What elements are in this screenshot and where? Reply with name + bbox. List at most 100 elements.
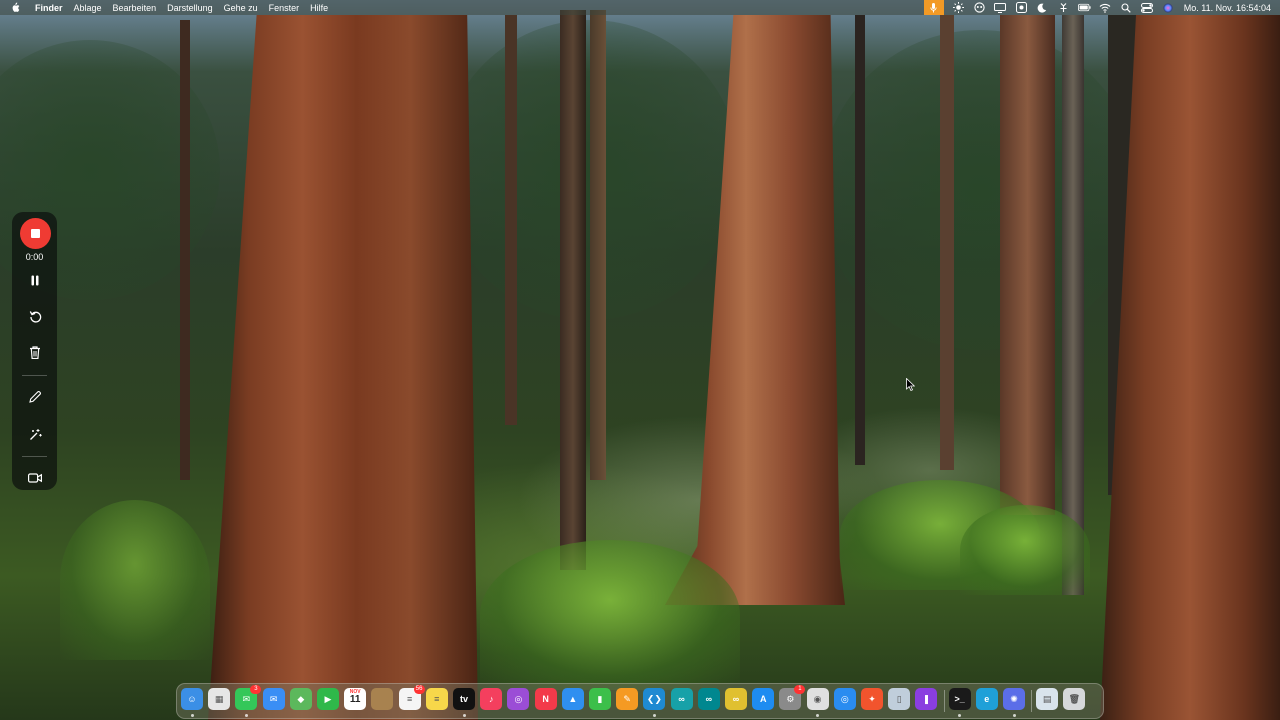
paw-icon[interactable]: ✦ [861, 688, 883, 710]
pages-icon[interactable]: ✎ [616, 688, 639, 710]
stop-recording-button[interactable] [20, 218, 51, 249]
news-icon[interactable]: N [534, 688, 557, 710]
pencil-icon [29, 391, 41, 403]
camera-button[interactable] [24, 468, 46, 488]
dock-app-glyph: >_ [954, 694, 965, 704]
trash-icon[interactable]: 🗑 [1063, 688, 1086, 710]
dock-app-glyph: ◉ [813, 693, 822, 704]
restart-button[interactable] [24, 306, 46, 326]
dock-app-glyph: ◎ [514, 693, 523, 704]
menu-fenster[interactable]: Fenster [269, 3, 300, 13]
menu-ablage[interactable]: Ablage [74, 3, 102, 13]
dock-app-glyph: ⚙ [786, 693, 795, 704]
finder-icon[interactable]: ☺ [181, 688, 203, 710]
dock-app-glyph: A [759, 694, 767, 704]
launchpad-icon[interactable]: ▦ [208, 688, 231, 710]
dock-badge: 56 [413, 685, 425, 694]
music-icon[interactable]: ♪ [480, 688, 503, 710]
camera-icon [28, 473, 42, 483]
edge-icon[interactable]: e [975, 688, 998, 710]
menu-hilfe[interactable]: Hilfe [310, 3, 328, 13]
dock-app-glyph: e [984, 694, 990, 704]
podcasts-icon[interactable]: ◎ [507, 688, 530, 710]
draw-button[interactable] [24, 387, 46, 407]
dock-app-glyph: ▲ [568, 694, 578, 704]
dock-divider [1031, 690, 1033, 712]
siri-icon[interactable] [1162, 2, 1175, 13]
app-store-icon[interactable]: A [752, 688, 775, 710]
facetime-icon[interactable]: ▶ [317, 688, 339, 710]
dock-app-glyph: tv [459, 694, 468, 704]
dock-app-glyph: ▤ [1042, 693, 1052, 704]
recording-timer: 0:00 [25, 252, 44, 262]
delete-recording-button[interactable] [24, 342, 46, 362]
menu-gehe-zu[interactable]: Gehe zu [224, 3, 258, 13]
microphone-icon[interactable] [923, 0, 944, 15]
dock-app-glyph: ✉ [242, 693, 251, 704]
dock-running-indicator [1012, 714, 1016, 717]
mail-icon[interactable]: ✉ [262, 688, 285, 710]
dock-app-glyph: 🗑 [1068, 693, 1081, 704]
recorder-icon[interactable]: ✺ [1003, 688, 1025, 710]
effects-icon [29, 428, 42, 440]
preview-icon[interactable]: ▯ [888, 688, 911, 710]
dock-app-glyph: ✺ [1010, 693, 1018, 704]
menubar-clock[interactable]: Mo. 11. Nov. 16:54:04 [1184, 3, 1271, 13]
tree-trunk [940, 15, 954, 470]
menu-bearbeiten[interactable]: Bearbeiten [113, 3, 157, 13]
toolbar-divider [22, 375, 47, 376]
menu-darstellung[interactable]: Darstellung [167, 3, 213, 13]
toolbar-divider [22, 456, 47, 457]
clips-icon[interactable]: ❚ [915, 688, 938, 710]
screen-time-icon[interactable] [1015, 2, 1028, 13]
tree-canopy [820, 30, 1140, 350]
tree-trunk [560, 10, 586, 570]
dock-badge: 3 [250, 685, 262, 694]
dock-app-glyph: ▦ [214, 693, 224, 704]
arduino-icon[interactable]: ∞ [670, 688, 693, 710]
fern [960, 505, 1090, 595]
brightness-icon[interactable] [952, 2, 965, 13]
sequoia-trunk [208, 15, 478, 720]
vscode-icon[interactable]: ❮❯ [643, 688, 666, 710]
dock-app-glyph: ◆ [297, 693, 305, 704]
display-icon[interactable] [994, 2, 1007, 13]
dock-app-glyph: ◎ [840, 693, 849, 704]
stop-icon [31, 229, 40, 238]
notebook-icon[interactable] [371, 688, 394, 710]
apple-tv-icon[interactable]: tv [453, 688, 475, 710]
arduino-legacy-icon[interactable]: ∞ [725, 688, 747, 710]
apple-menu-icon[interactable] [11, 2, 21, 14]
focus-moon-icon[interactable] [1036, 2, 1049, 13]
notes-icon[interactable]: ≡ [425, 688, 448, 710]
pause-button[interactable] [24, 270, 46, 290]
terminal-icon[interactable]: >_ [948, 688, 971, 710]
spotlight-search-icon[interactable] [1120, 2, 1133, 13]
link-icon[interactable] [1057, 2, 1070, 13]
dock-divider [943, 690, 945, 712]
numbers-icon[interactable]: ▮ [589, 688, 611, 710]
restart-icon [29, 310, 41, 323]
dock-running-indicator [958, 714, 962, 717]
dock-app-glyph: 11 [349, 693, 361, 705]
screen-record-icon[interactable] [973, 2, 986, 13]
tree-trunk [180, 20, 190, 480]
effects-button[interactable] [24, 424, 46, 444]
dock: ☺ ▦ ✉ 3 ✉ ◆ ▶ 11 NOV ≡ 56 ≡ tv ♪ ◎ N ▲ ▮ ✎ ❮❯ ∞ ∞ ∞ A ⚙ 1 ◉ ◎ ✦ ▯ ❚ >_ e… [176, 683, 1104, 719]
downloads-folder-icon[interactable]: ▤ [1036, 688, 1059, 710]
keynote-icon[interactable]: ▲ [561, 688, 584, 710]
dock-running-indicator [816, 714, 820, 717]
arduino-ide-icon[interactable]: ∞ [697, 688, 720, 710]
battery-icon[interactable] [1077, 2, 1091, 13]
tree-trunk [505, 15, 517, 425]
mouse-pointer-icon [906, 378, 915, 391]
dock-app-glyph: ▮ [597, 693, 603, 704]
chrome-icon[interactable]: ◉ [806, 688, 829, 710]
wifi-icon[interactable] [1099, 2, 1112, 13]
trash-icon [30, 345, 40, 359]
dock-app-glyph: ♪ [488, 694, 494, 704]
safari-icon[interactable]: ◎ [833, 688, 856, 710]
maps-icon[interactable]: ◆ [289, 688, 312, 710]
control-center-icon[interactable] [1141, 2, 1154, 13]
menu-finder[interactable]: Finder [35, 3, 63, 13]
